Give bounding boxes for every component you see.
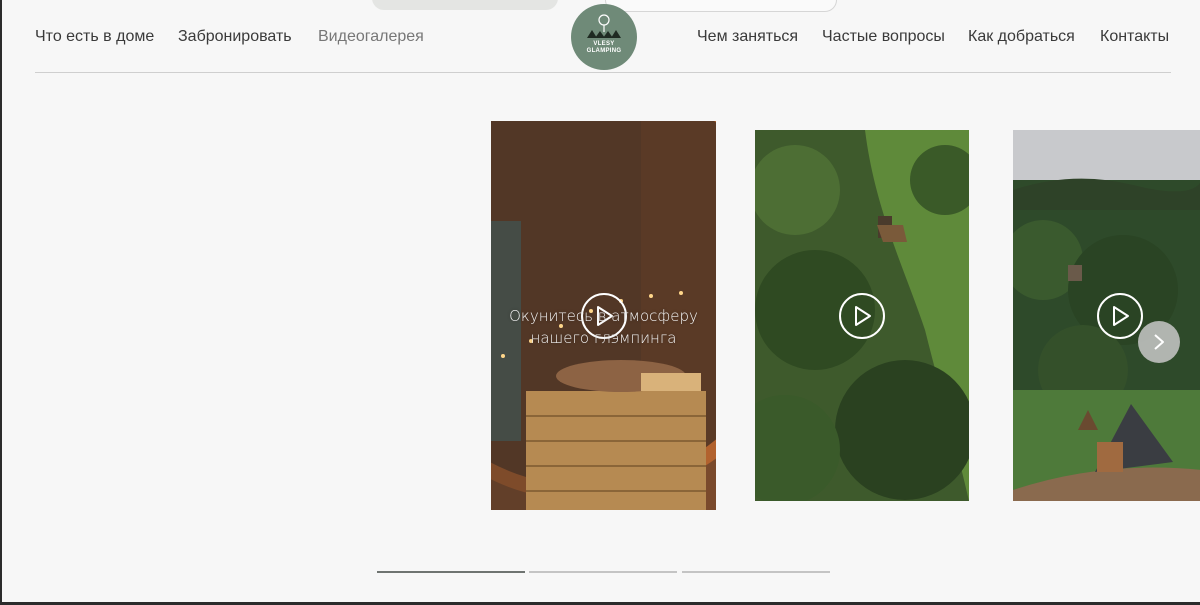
nav-item-contacts[interactable]: Контакты [1100,28,1169,46]
nav-item-video-gallery[interactable]: Видеогалерея [318,28,424,46]
play-icon [855,306,871,326]
logo-mark-icon [587,14,621,38]
video-card-forest[interactable] [755,130,969,501]
nav-item-book[interactable]: Забронировать [178,28,292,46]
nav-item-activities[interactable]: Чем заняться [697,28,798,46]
nav-item-house[interactable]: Что есть в доме [35,28,154,46]
video-card-sauna[interactable]: Окунитесь в атмосферу нашего глэмпинга [491,121,716,510]
play-button[interactable] [1097,293,1143,339]
nav-item-directions[interactable]: Как добраться [968,28,1075,46]
logo-line2: GLAMPING [586,48,622,54]
video-caption-line2: нашего глэмпинга [530,329,677,347]
carousel-dot-1[interactable] [377,571,525,573]
nav-item-faq[interactable]: Частые вопросы [822,28,945,46]
top-pill-input[interactable] [605,0,837,12]
carousel-dot-2[interactable] [529,571,677,573]
video-caption-line1: Окунитесь в атмосферу [509,307,698,325]
carousel-dot-3[interactable] [682,571,830,573]
video-card-glamping[interactable] [1013,130,1200,501]
chevron-right-icon [1154,334,1164,350]
play-button[interactable] [839,293,885,339]
top-pill-button[interactable] [372,0,558,10]
logo-line1: VLESY [593,41,615,47]
logo[interactable]: VLESY GLAMPING [571,4,637,70]
play-icon [1113,306,1129,326]
carousel-next-button[interactable] [1138,321,1180,363]
header-divider [35,72,1171,73]
